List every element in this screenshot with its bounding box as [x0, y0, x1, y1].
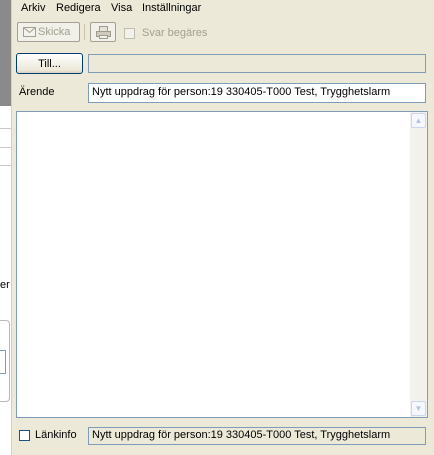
link-info-field[interactable]: Nytt uppdrag för person:19 330405-T000 T…	[88, 427, 426, 445]
envelope-icon	[23, 27, 36, 37]
menu-arkiv[interactable]: Arkiv	[21, 2, 45, 15]
background-window-band	[0, 0, 11, 106]
subject-label: Ärende	[19, 86, 55, 98]
to-field[interactable]	[88, 54, 426, 73]
reply-requested-checkbox[interactable]	[124, 28, 135, 39]
menu-installningar[interactable]: Inställningar	[142, 2, 201, 15]
subject-field[interactable]: Nytt uppdrag för person:19 330405-T000 T…	[88, 83, 426, 103]
message-scrollbar[interactable]: ▲ ▼	[410, 112, 427, 417]
background-divider	[0, 128, 11, 129]
toolbar: Skicka Svar begäres	[12, 20, 434, 48]
menu-redigera[interactable]: Redigera	[56, 2, 101, 15]
message-body[interactable]: ▲ ▼	[16, 111, 428, 418]
link-info-label: Länkinfo	[35, 429, 77, 441]
printer-icon	[96, 25, 111, 39]
chevron-up-icon: ▲	[414, 116, 423, 125]
send-button[interactable]: Skicka	[17, 22, 80, 42]
menu-bar: Arkiv Redigera Visa Inställningar	[12, 0, 434, 18]
reply-requested-label: Svar begäres	[142, 27, 208, 39]
background-divider	[0, 165, 11, 166]
menu-visa[interactable]: Visa	[111, 2, 132, 15]
background-window: er	[0, 0, 11, 455]
background-text-fragment: er	[0, 279, 10, 291]
scroll-up-arrow[interactable]: ▲	[411, 113, 426, 128]
chevron-down-icon: ▼	[414, 404, 423, 413]
message-window: Arkiv Redigera Visa Inställningar Skicka…	[11, 0, 434, 455]
scroll-down-arrow[interactable]: ▼	[411, 401, 426, 416]
background-divider	[0, 147, 11, 148]
background-input	[0, 350, 6, 374]
to-button[interactable]: Till...	[16, 53, 83, 74]
print-button[interactable]	[90, 22, 116, 42]
toolbar-separator	[84, 24, 85, 40]
to-button-label: Till...	[38, 57, 61, 70]
link-info-checkbox[interactable]	[19, 430, 30, 441]
send-button-label: Skicka	[38, 26, 71, 38]
